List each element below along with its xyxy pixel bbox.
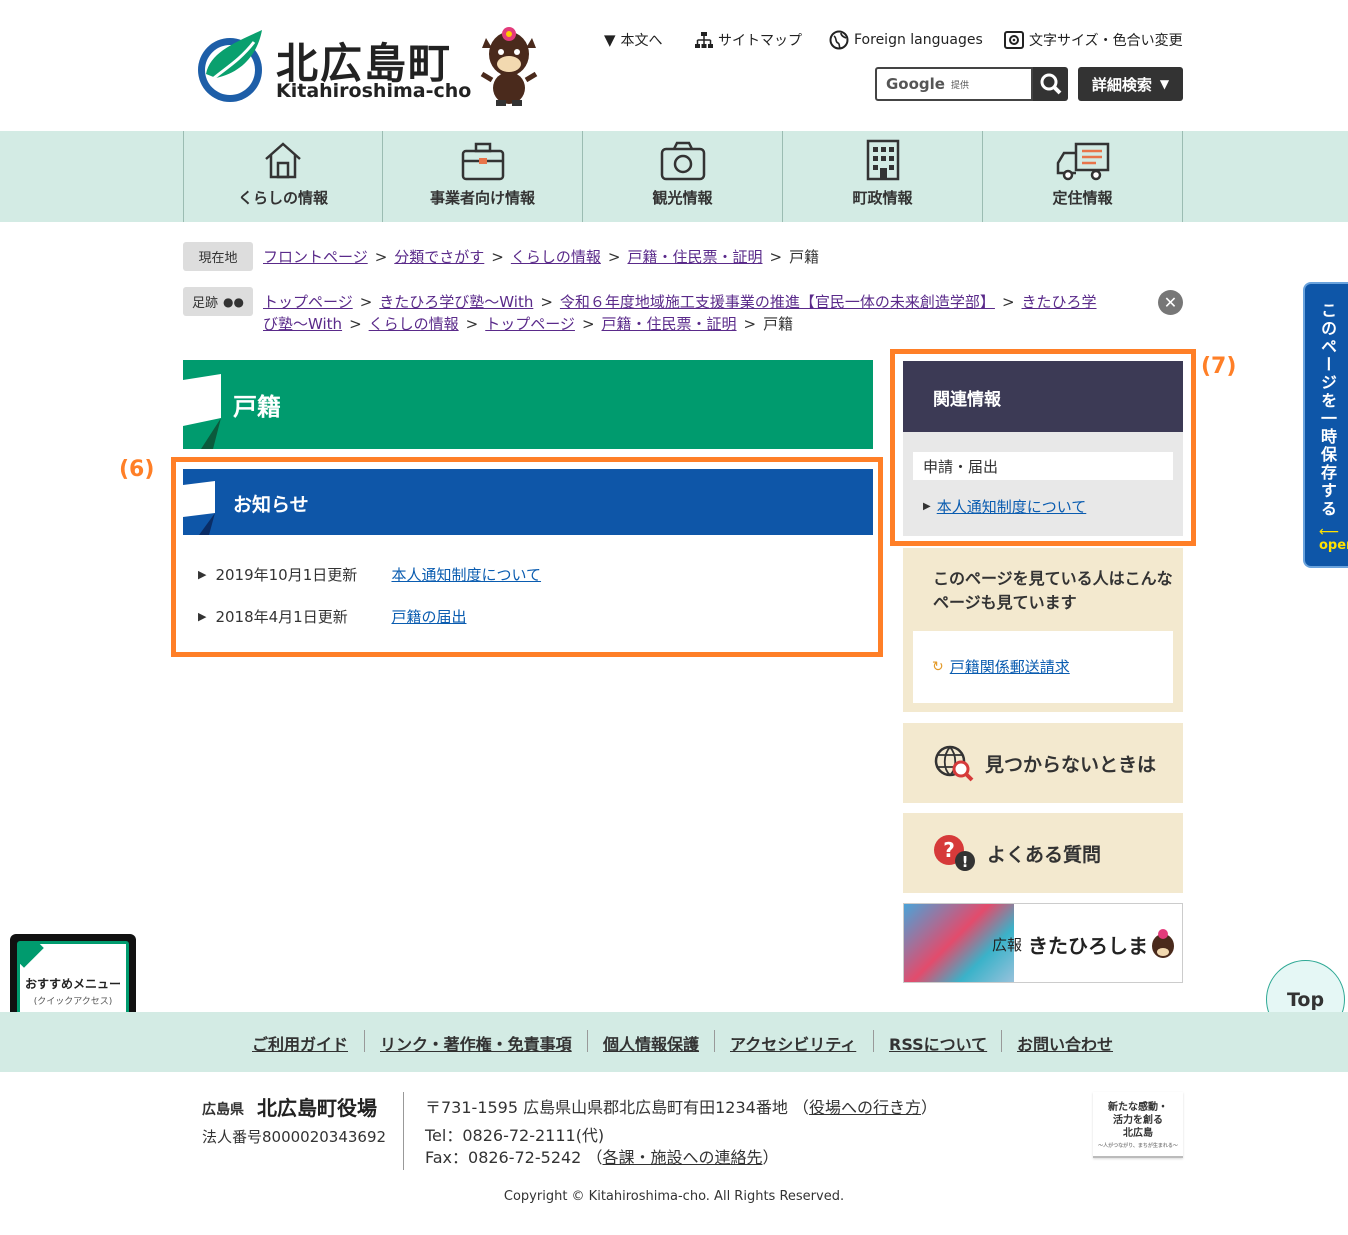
trail-current: 戸籍	[763, 315, 794, 333]
current-location-tag: 現在地	[183, 242, 253, 271]
news-link[interactable]: 本人通知制度について	[391, 564, 541, 585]
footer-link-guide[interactable]: ご利用ガイド	[252, 1031, 348, 1055]
cycle-icon: ↻	[932, 658, 944, 675]
trail-breadcrumb: トップページ > きたひろ学び塾～With > 令和６年度地域施工支援事業の推進【官民一…	[263, 293, 1097, 333]
triangle-right-icon: ▶	[198, 610, 207, 623]
town-logo-icon[interactable]	[196, 28, 268, 104]
trail-link[interactable]: くらしの情報	[369, 315, 459, 333]
search-button[interactable]	[1033, 67, 1068, 101]
breadcrumb-link[interactable]: くらしの情報	[511, 248, 601, 266]
foreign-languages-link[interactable]: Foreign languages	[829, 30, 983, 50]
news-link[interactable]: 戸籍の届出	[391, 606, 466, 627]
news-item: ▶ 2018年4月1日更新 戸籍の届出	[198, 606, 467, 627]
trail-link[interactable]: きたひろ学	[1022, 293, 1097, 311]
flag-icon	[183, 481, 215, 535]
triangle-right-icon: ▶	[198, 568, 207, 581]
footer-office-name: 北広島町役場	[257, 1096, 377, 1120]
gnav-item-tourism[interactable]: 観光情報	[583, 131, 783, 222]
trail-link[interactable]: トップページ	[485, 315, 575, 333]
close-icon: ✕	[1163, 293, 1178, 312]
house-icon	[265, 142, 301, 179]
access-link[interactable]: 役場への行き方	[809, 1098, 921, 1117]
page-title: 戸籍	[233, 393, 281, 421]
breadcrumb-link[interactable]: 戸籍・住民票・証明	[627, 248, 762, 266]
footer-link-copyright[interactable]: リンク・著作権・免責事項	[380, 1031, 572, 1055]
footer-tel: Tel：0826-72-2111(代)	[425, 1126, 605, 1145]
moving-truck-icon	[1056, 142, 1109, 181]
notice-heading: お知らせ	[233, 494, 309, 516]
footer-address-line: 〒731-1595 広島県山県郡北広島町有田1234番地 （役場への行き方）	[425, 1098, 937, 1117]
trail-link[interactable]: び塾～With	[263, 315, 342, 333]
search-globe-icon	[934, 745, 974, 782]
skip-to-content-link[interactable]: ▼ 本文へ	[604, 30, 663, 50]
gnav-item-business[interactable]: 事業者向け情報	[383, 131, 583, 222]
footer-link-contact[interactable]: お問い合わせ	[1017, 1031, 1113, 1055]
related-heading-bar: 関連情報	[903, 361, 1183, 432]
also-viewed-title: このページを見ている人はこんなページも見ています	[933, 569, 1173, 612]
kouhou-banner[interactable]: 広報 きたひろしま	[903, 903, 1183, 983]
news-item: ▶ 2019年10月1日更新 本人通知制度について	[198, 564, 542, 585]
footer-corporate-number: 法人番号8000020343692	[202, 1128, 387, 1146]
copyright: Copyright © Kitahiroshima-cho. All Right…	[503, 1189, 845, 1204]
gnav-item-administration[interactable]: 町政情報	[783, 131, 983, 222]
flag-icon	[183, 374, 221, 449]
svg-text:!: !	[962, 853, 969, 871]
save-page-tab[interactable]: このページを一時保存する ⟵ open	[1303, 282, 1348, 568]
related-item: ▶ 本人通知制度について	[923, 496, 1086, 517]
related-category: 申請・届出	[913, 452, 1173, 480]
page-title-banner: 戸籍	[183, 360, 873, 449]
search-input[interactable]: Google 提供	[875, 67, 1033, 101]
camera-icon	[660, 141, 705, 181]
question-icon: ?!	[934, 835, 975, 871]
also-viewed-item: ↻ 戸籍関係郵送請求	[932, 656, 1070, 677]
trail-link[interactable]: 令和６年度地域施工支援事業の推進【官民一体の未来創造学部】	[560, 293, 995, 311]
advanced-search-button[interactable]: 詳細検索 ▼	[1078, 67, 1183, 101]
logo-subtitle[interactable]: Kitahiroshima-cho	[276, 80, 471, 102]
footer-fax-line: Fax：0826-72-5242 （各課・施設への連絡先）	[425, 1148, 779, 1167]
trail-link[interactable]: トップページ	[263, 293, 353, 311]
related-link[interactable]: 本人通知制度について	[937, 496, 1087, 517]
triangle-right-icon: ▶	[923, 501, 931, 512]
sitemap-link[interactable]: サイトマップ	[695, 30, 802, 50]
related-heading: 関連情報	[933, 390, 1001, 410]
mascot-icon	[480, 27, 538, 106]
not-found-button[interactable]: 見つからないときは	[903, 723, 1183, 803]
breadcrumb: フロントページ > 分類でさがす > くらしの情報 > 戸籍・住民票・証明 > 戸籍	[263, 248, 820, 266]
sitemap-icon	[695, 32, 713, 48]
briefcase-icon	[461, 142, 504, 181]
faq-button[interactable]: ?! よくある質問	[903, 813, 1183, 893]
breadcrumb-link[interactable]: 分類でさがす	[394, 248, 484, 266]
gnav-item-settlement[interactable]: 定住情報	[983, 131, 1183, 222]
globe-icon	[829, 30, 849, 50]
trail-link[interactable]: きたひろ学び塾～With	[379, 293, 533, 311]
town-slogan-banner[interactable]: 新たな感動・ 活力を創る 北広島 ～人がつながり、まちが生まれる～	[1093, 1092, 1183, 1158]
footprints-icon: ●●	[223, 294, 244, 309]
footer-link-privacy[interactable]: 個人情報保護	[603, 1031, 699, 1055]
clear-trail-button[interactable]: ✕	[1158, 290, 1183, 315]
breadcrumb-link[interactable]: フロントページ	[263, 248, 368, 266]
trail-tag: 足跡 ●●	[183, 287, 253, 316]
breadcrumb-current: 戸籍	[789, 248, 820, 266]
contacts-link[interactable]: 各課・施設への連絡先	[602, 1148, 762, 1167]
notice-heading-bar: お知らせ	[183, 469, 873, 535]
chevron-down-icon: ▼	[604, 31, 616, 49]
gear-icon	[1004, 31, 1024, 49]
also-viewed-link[interactable]: 戸籍関係郵送請求	[950, 656, 1070, 677]
annotation-label-7: (7)	[1201, 354, 1237, 379]
trail-link[interactable]: 戸籍・住民票・証明	[602, 315, 737, 333]
gnav-item-living[interactable]: くらしの情報	[183, 131, 383, 222]
related-body	[903, 432, 1183, 536]
footer-link-accessibility[interactable]: アクセシビリティ	[730, 1031, 856, 1055]
svg-text:?: ?	[943, 838, 955, 862]
caret-down-icon: ▼	[1159, 77, 1170, 91]
text-size-color-link[interactable]: 文字サイズ・色合い変更	[1004, 30, 1183, 50]
footer-prefecture: 広島県	[202, 1102, 244, 1118]
annotation-label-6: (6)	[119, 457, 155, 482]
footer-link-rss[interactable]: RSSについて	[889, 1031, 987, 1055]
mascot-icon	[1152, 929, 1174, 958]
building-icon	[866, 139, 899, 181]
search-icon	[1040, 73, 1062, 95]
